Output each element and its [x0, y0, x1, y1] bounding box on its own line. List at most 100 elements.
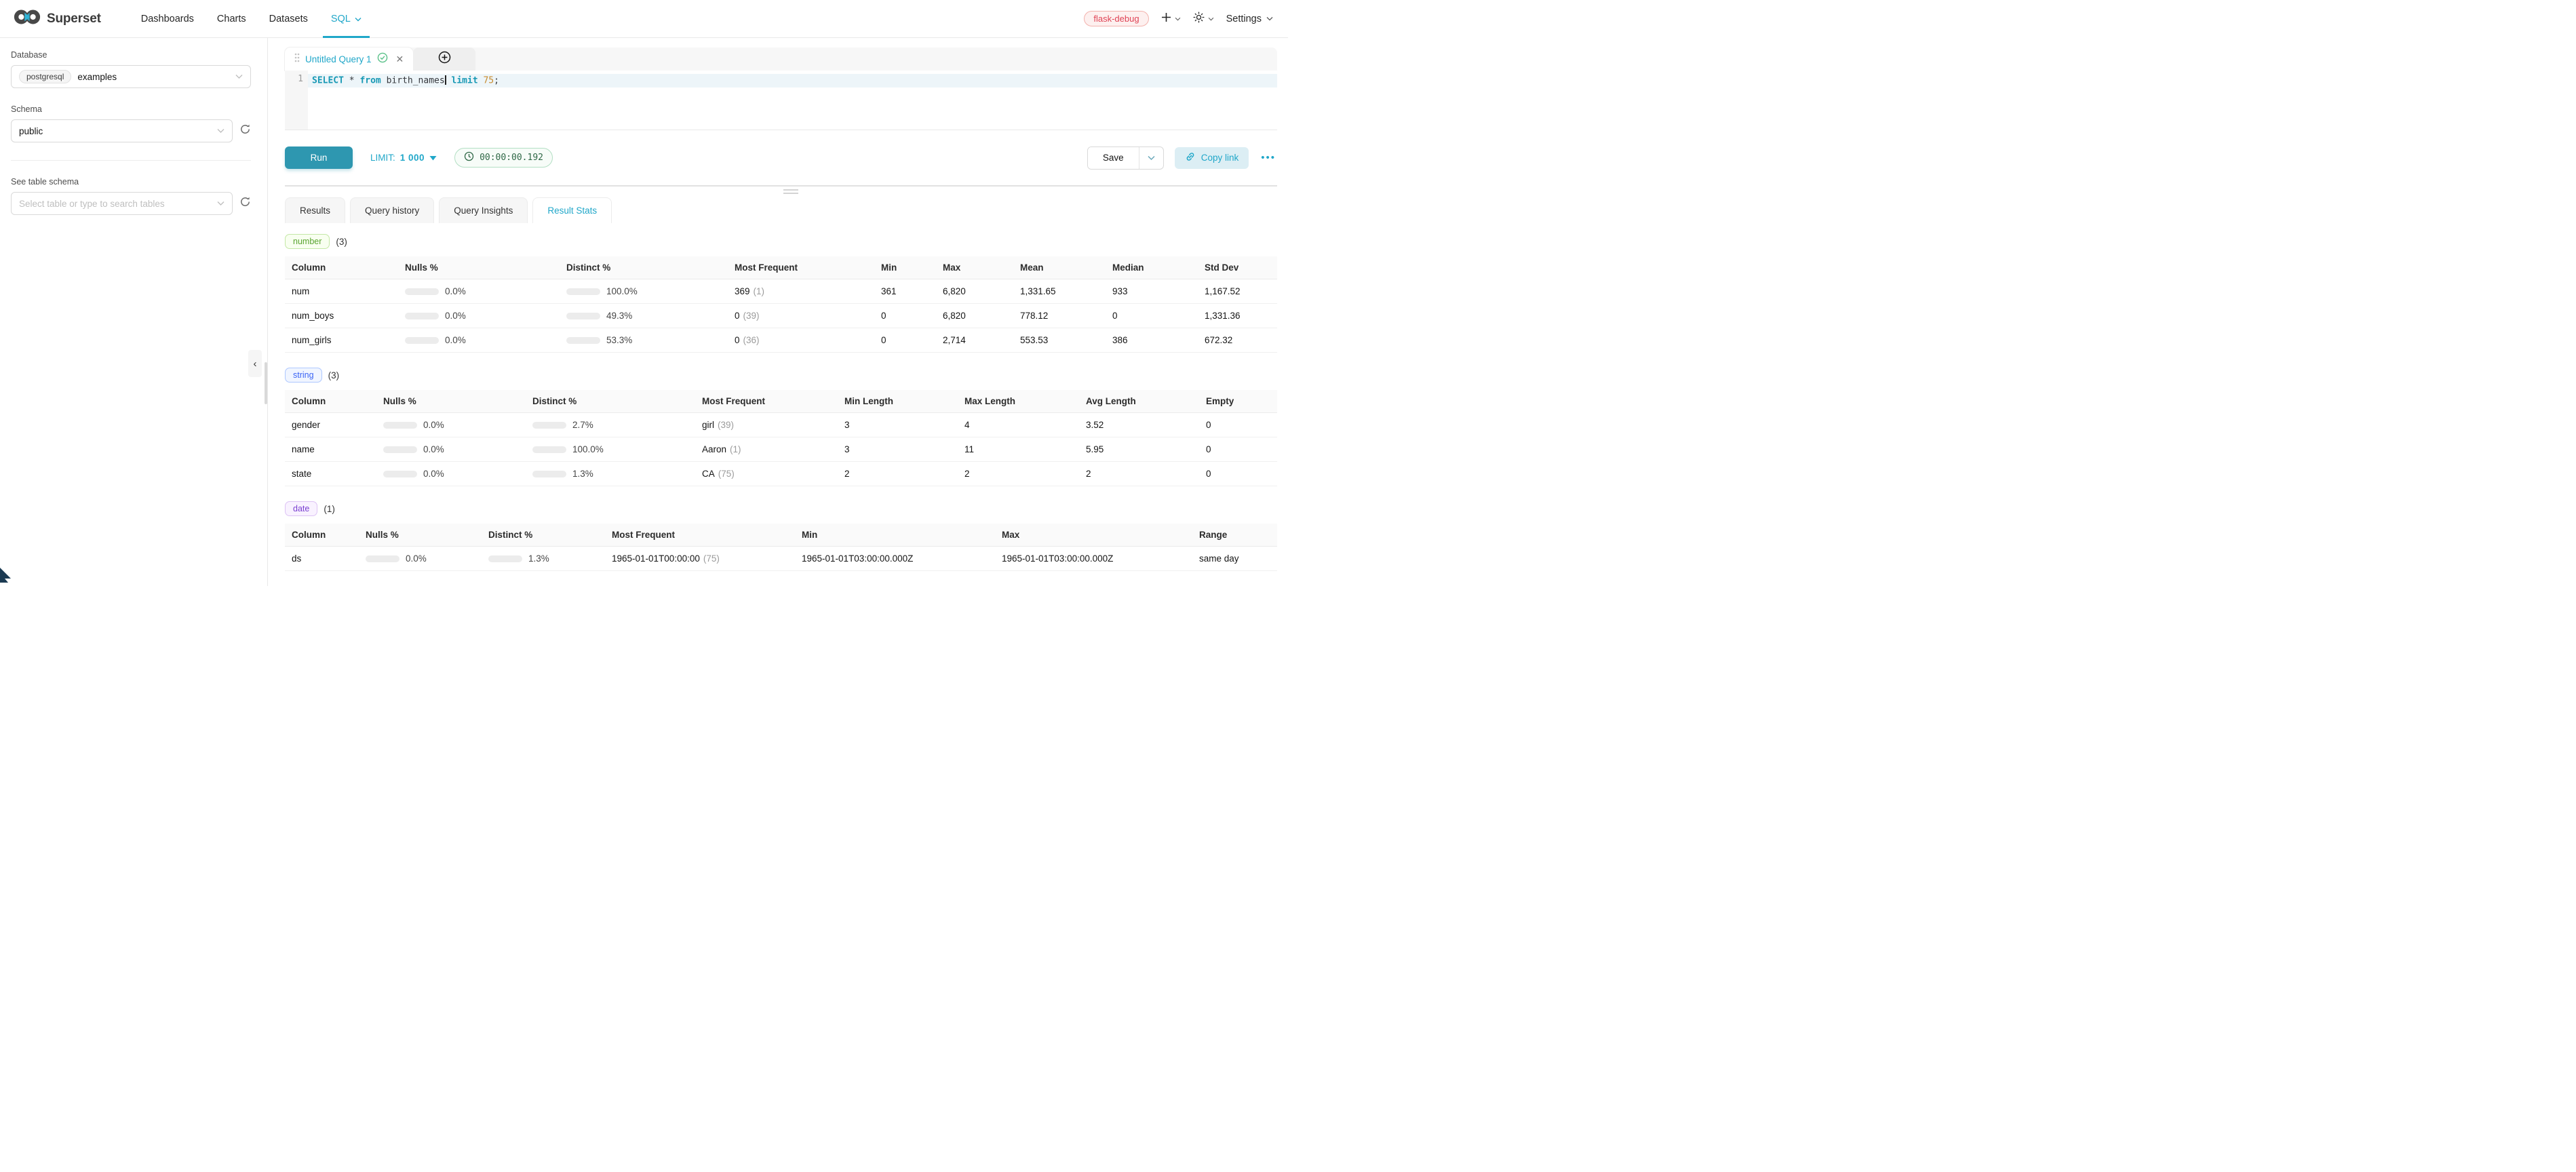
query-tab[interactable]: Untitled Query 1 ✕	[285, 47, 413, 71]
stat-cell: 3	[838, 413, 958, 437]
nulls-cell: 0.0%	[376, 413, 526, 437]
column-header: Distinct %	[482, 524, 605, 547]
stat-cell: 0	[1199, 462, 1277, 486]
table-row: num0.0%100.0%369(1)3616,8201,331.659331,…	[285, 279, 1277, 304]
nulls-cell: 0.0%	[376, 462, 526, 486]
nav-item-datasets[interactable]: Datasets	[258, 0, 319, 38]
string-column-count: (3)	[328, 370, 340, 380]
schema-select[interactable]: public	[11, 119, 233, 142]
sidebar-scrollbar-thumb[interactable]	[265, 362, 267, 404]
sql-token-number: 75	[483, 76, 494, 86]
table-row: num_girls0.0%53.3%0(36)02,714553.5338667…	[285, 328, 1277, 353]
sql-token-keyword: limit	[452, 76, 478, 86]
column-header: Std Dev	[1198, 256, 1277, 279]
date-column-count: (1)	[324, 504, 335, 514]
column-header: Distinct %	[560, 256, 728, 279]
stat-cell: 2,714	[936, 328, 1013, 353]
table-row: ds0.0%1.3%1965-01-01T00:00:00(75)1965-01…	[285, 547, 1277, 571]
stat-cell: 361	[874, 279, 936, 304]
most-frequent-value: 0	[735, 335, 740, 345]
nav-item-dashboards[interactable]: Dashboards	[130, 0, 206, 38]
stat-cell: 1,331.65	[1013, 279, 1106, 304]
tab-query-insights[interactable]: Query Insights	[439, 197, 528, 223]
save-button[interactable]: Save	[1088, 147, 1139, 169]
chevron-down-icon	[355, 14, 362, 24]
percent-label: 0.0%	[423, 420, 444, 430]
sql-token-plain: birth_names	[381, 76, 445, 86]
column-header: Column	[285, 524, 359, 547]
sqllab-main-panel: Untitled Query 1 ✕	[268, 38, 1288, 586]
stat-cell: 2	[1079, 462, 1199, 486]
limit-value: 1 000	[400, 153, 425, 163]
chevron-down-icon	[1208, 17, 1214, 21]
percent-label: 2.7%	[572, 420, 593, 430]
limit-dropdown[interactable]: LIMIT: 1 000	[370, 153, 437, 163]
result-stats-panel: number(3)ColumnNulls %Distinct %Most Fre…	[285, 223, 1277, 586]
tab-query-history[interactable]: Query history	[350, 197, 434, 223]
tab-results[interactable]: Results	[285, 197, 345, 223]
settings-menu[interactable]: Settings	[1226, 14, 1273, 24]
date-badge-row: date(1)	[285, 501, 1277, 516]
distinct-bar: 100.0%	[566, 286, 721, 296]
clock-icon	[464, 151, 474, 164]
new-item-menu[interactable]	[1161, 12, 1181, 26]
column-header: Median	[1106, 256, 1198, 279]
column-name-cell: num_girls	[285, 328, 398, 353]
stat-cell: 6,820	[936, 279, 1013, 304]
sun-icon	[1193, 12, 1205, 26]
number-type-section: number(3)ColumnNulls %Distinct %Most Fre…	[285, 234, 1277, 353]
theme-menu[interactable]	[1193, 12, 1214, 26]
nav-item-charts[interactable]: Charts	[206, 0, 258, 38]
distinct-bar: 2.7%	[532, 420, 688, 430]
most-frequent-count: (75)	[718, 469, 735, 479]
nulls-cell: 0.0%	[398, 328, 560, 353]
chevron-down-icon	[1266, 16, 1273, 21]
copy-link-button[interactable]: Copy link	[1175, 147, 1249, 169]
nav-item-sql[interactable]: SQL	[319, 0, 373, 38]
query-tabstrip: Untitled Query 1 ✕	[285, 47, 1277, 71]
sidebar-collapse-button[interactable]: ‹	[248, 350, 262, 377]
sql-token-keyword: SELECT	[312, 76, 344, 86]
refresh-tables-icon[interactable]	[239, 196, 251, 211]
new-query-tab-button[interactable]	[413, 47, 475, 71]
brand-name: Superset	[47, 12, 101, 26]
plus-icon	[1161, 12, 1171, 26]
plus-circle-icon	[438, 51, 451, 67]
number-badge-row: number(3)	[285, 234, 1277, 249]
refresh-schemas-icon[interactable]	[239, 123, 251, 138]
database-select[interactable]: postgresql examples	[11, 65, 251, 88]
sql-statement-line[interactable]: SELECT * from birth_names limit 75;	[308, 74, 1277, 87]
progress-track	[532, 446, 566, 453]
progress-track	[405, 337, 439, 344]
column-header: Avg Length	[1079, 390, 1199, 413]
sql-editor[interactable]: 1 SELECT * from birth_names limit 75;	[285, 71, 1277, 130]
chevron-down-icon	[217, 197, 225, 210]
column-name-cell: num	[285, 279, 398, 304]
link-icon	[1185, 151, 1196, 164]
stat-cell: 5.95	[1079, 437, 1199, 462]
most-frequent-count: (39)	[718, 420, 734, 430]
column-header: Max	[995, 524, 1192, 547]
run-query-button[interactable]: Run	[285, 146, 353, 169]
table-select[interactable]: Select table or type to search tables	[11, 192, 233, 215]
column-header: Nulls %	[398, 256, 560, 279]
editor-code-area[interactable]: SELECT * from birth_names limit 75;	[308, 71, 1277, 130]
most-frequent-cell: 0(39)	[728, 304, 874, 328]
close-tab-icon[interactable]: ✕	[396, 54, 404, 64]
distinct-cell: 100.0%	[560, 279, 728, 304]
stat-cell: 2	[838, 462, 958, 486]
tab-result-stats[interactable]: Result Stats	[532, 197, 612, 223]
environment-tag: flask-debug	[1084, 11, 1148, 26]
column-header: Most Frequent	[728, 256, 874, 279]
sql-token-plain: ;	[494, 76, 499, 86]
database-label: Database	[11, 50, 251, 60]
superset-logo[interactable]: Superset	[14, 9, 101, 28]
percent-label: 0.0%	[445, 286, 466, 296]
string-stats-table: ColumnNulls %Distinct %Most FrequentMin …	[285, 390, 1277, 486]
most-frequent-value: Aaron	[702, 444, 726, 454]
more-actions-button[interactable]: •••	[1260, 149, 1277, 166]
column-name-cell: state	[285, 462, 376, 486]
stat-cell: 2	[958, 462, 1079, 486]
splitter-drag-handle[interactable]	[783, 189, 798, 196]
save-options-caret[interactable]	[1139, 147, 1163, 169]
